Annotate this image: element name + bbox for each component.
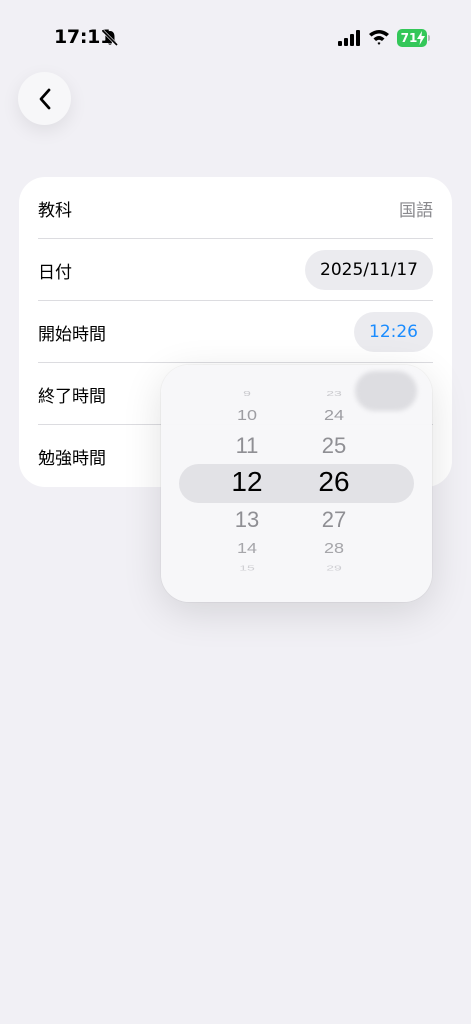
hour-wheel[interactable]: 9 10 11 12 13 14 15 [212, 365, 282, 602]
minute-option[interactable]: 24 [299, 407, 369, 424]
subject-label: 教科 [38, 200, 72, 221]
battery-indicator: 71 [397, 29, 427, 47]
minute-option[interactable]: 29 [299, 564, 369, 572]
wifi-icon [369, 30, 389, 45]
cellular-signal-icon [338, 30, 360, 46]
end-time-label: 終了時間 [38, 386, 106, 407]
study-time-label: 勉強時間 [38, 448, 106, 469]
chevron-left-icon [39, 88, 50, 109]
selected-minute[interactable]: 26 [299, 466, 369, 498]
screen: 17:11 71 教科 国語 日付 2025/11/17 開始時間 12:26 … [0, 0, 471, 1024]
date-label: 日付 [38, 262, 72, 283]
bell-slash-icon [101, 29, 119, 47]
minute-option[interactable]: 28 [299, 540, 369, 557]
back-button[interactable] [18, 72, 71, 125]
hour-option[interactable]: 14 [212, 540, 282, 557]
minute-wheel[interactable]: 23 24 25 26 27 28 29 [299, 365, 369, 602]
minute-option[interactable]: 27 [299, 507, 369, 533]
date-picker-button[interactable]: 2025/11/17 [305, 250, 433, 290]
start-time-row: 開始時間 12:26 [38, 301, 433, 363]
subject-value[interactable]: 国語 [399, 196, 433, 221]
date-row: 日付 2025/11/17 [38, 239, 433, 301]
hour-option[interactable]: 15 [212, 564, 282, 572]
hour-option[interactable]: 11 [212, 433, 282, 459]
selected-hour[interactable]: 12 [212, 466, 282, 498]
minute-option[interactable]: 25 [299, 433, 369, 459]
subject-row[interactable]: 教科 国語 [38, 177, 433, 239]
hour-option[interactable]: 9 [212, 389, 282, 398]
hour-option[interactable]: 10 [212, 407, 282, 424]
minute-option[interactable]: 23 [299, 389, 369, 398]
battery-level: 71 [400, 31, 418, 45]
hour-option[interactable]: 13 [212, 507, 282, 533]
start-time-button[interactable]: 12:26 [354, 312, 433, 352]
start-time-label: 開始時間 [38, 324, 106, 345]
battery-cap [428, 35, 430, 41]
time-picker-popover[interactable]: 9 10 11 12 13 14 15 23 24 25 26 27 28 29 [161, 365, 432, 602]
battery-charging-icon [417, 31, 425, 45]
